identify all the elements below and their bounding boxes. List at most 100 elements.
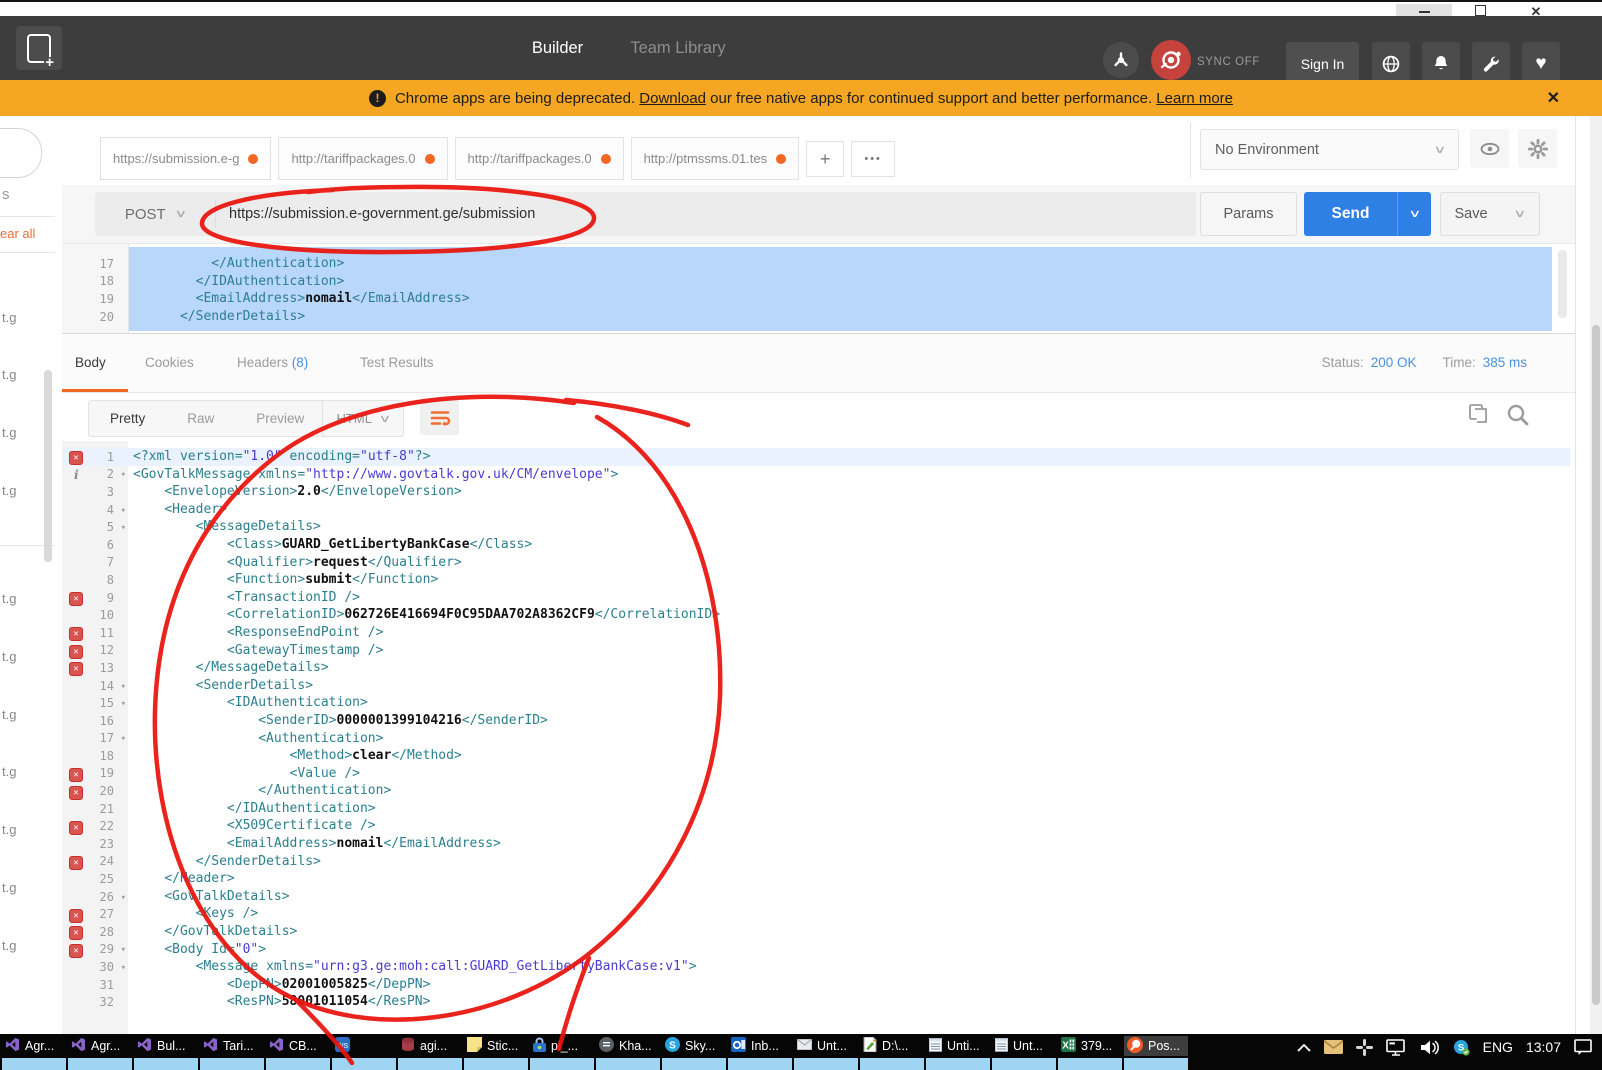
code-line[interactable]: 25 </Header> — [62, 870, 1575, 888]
more-tabs-button[interactable]: ••• — [851, 141, 895, 177]
taskbar-item-d[interactable]: D:\... — [860, 1036, 924, 1056]
action-center-button[interactable] — [1574, 1039, 1592, 1055]
send-button[interactable]: Send — [1304, 192, 1397, 236]
code-line[interactable]: ✕9 <TransactionID /> — [62, 589, 1575, 607]
clear-all-link[interactable]: ear all — [0, 226, 35, 241]
error-icon[interactable]: ✕ — [69, 627, 83, 641]
info-icon[interactable]: i — [74, 468, 79, 482]
sidebar-scrollbar[interactable] — [44, 370, 52, 562]
code-line[interactable]: 17▾ <Authentication> — [62, 730, 1575, 748]
history-item[interactable]: t.g — [2, 367, 16, 382]
copy-response-button[interactable] — [1467, 402, 1489, 429]
error-icon[interactable]: ✕ — [69, 909, 83, 923]
error-icon[interactable]: ✕ — [69, 926, 83, 940]
code-line[interactable]: ✕1<?xml version="1.0" encoding="utf-8"?> — [62, 448, 1575, 466]
tab-response-cookies[interactable]: Cookies — [145, 355, 194, 370]
history-item[interactable]: t.g — [2, 822, 16, 837]
request-tab[interactable]: http://tariffpackages.0 — [278, 137, 447, 180]
language-indicator[interactable]: ENG — [1483, 1039, 1513, 1055]
code-line[interactable]: ✕29▾ <Body Id="0"> — [62, 941, 1575, 959]
code-line[interactable]: 5▾ <MessageDetails> — [62, 518, 1575, 536]
learn-more-link[interactable]: Learn more — [1156, 90, 1233, 107]
fold-icon[interactable]: ▾ — [121, 523, 126, 533]
code-line[interactable]: ✕12 <GatewayTimestamp /> — [62, 642, 1575, 660]
response-body-viewer[interactable]: ✕1<?xml version="1.0" encoding="utf-8"?>… — [62, 441, 1575, 1034]
history-item[interactable]: t.g — [2, 649, 16, 664]
code-line[interactable]: 15▾ <IDAuthentication> — [62, 694, 1575, 712]
save-dropdown-button[interactable]: ∨ — [1501, 192, 1540, 236]
open-new-tab-button[interactable]: + — [806, 141, 844, 177]
tab-response-headers[interactable]: Headers (8) — [237, 355, 308, 370]
taskbar-second-row-button[interactable] — [926, 1058, 990, 1070]
code-line[interactable]: 19 <EmailAddress>nomail</EmailAddress> — [62, 290, 1575, 308]
taskbar-second-row-button[interactable] — [266, 1058, 330, 1070]
error-icon[interactable]: ✕ — [69, 592, 83, 606]
interceptor-button[interactable] — [1103, 42, 1139, 78]
fold-icon[interactable]: ▾ — [121, 734, 126, 744]
code-line[interactable]: 23 <EmailAddress>nomail</EmailAddress> — [62, 835, 1575, 853]
error-icon[interactable]: ✕ — [69, 645, 83, 659]
environment-preview-button[interactable] — [1470, 129, 1509, 168]
error-icon[interactable]: ✕ — [69, 451, 83, 465]
error-icon[interactable]: ✕ — [69, 856, 83, 870]
code-line[interactable]: 3 <EnvelopeVersion>2.0</EnvelopeVersion> — [62, 483, 1575, 501]
wrap-text-button[interactable] — [420, 400, 459, 435]
fold-icon[interactable]: ▾ — [121, 893, 126, 903]
fold-icon[interactable]: ▾ — [121, 506, 126, 516]
taskbar-item-agr[interactable]: Agr... — [2, 1036, 66, 1056]
taskbar-item-unt[interactable]: Unt... — [794, 1036, 858, 1056]
taskbar-item-unti[interactable]: Unti... — [926, 1036, 990, 1056]
method-select[interactable]: POST ∨ — [95, 206, 215, 223]
format-select[interactable]: HTML ∨ — [322, 400, 404, 437]
taskbar-item-379[interactable]: X379... — [1058, 1036, 1122, 1056]
sidebar-search-input[interactable] — [0, 128, 42, 178]
history-item[interactable]: t.g — [2, 938, 16, 953]
request-tab[interactable]: http://tariffpackages.0 — [455, 137, 624, 180]
code-line[interactable]: ✕28 </GovTalkDetails> — [62, 923, 1575, 941]
taskbar-item-ws[interactable]: WS — [332, 1036, 396, 1056]
banner-close-icon[interactable]: ✕ — [1547, 88, 1560, 108]
taskbar-item-pos[interactable]: Pos... — [1124, 1036, 1188, 1056]
taskbar-second-row-button[interactable] — [68, 1058, 132, 1070]
tab-test-results[interactable]: Test Results — [360, 355, 434, 370]
taskbar-item-stic[interactable]: Stic... — [464, 1036, 528, 1056]
code-line[interactable]: 17 </Authentication> — [62, 255, 1575, 273]
code-line[interactable]: ✕24 </SenderDetails> — [62, 853, 1575, 871]
taskbar-second-row-button[interactable] — [398, 1058, 462, 1070]
fold-icon[interactable]: ▾ — [121, 682, 126, 692]
clock[interactable]: 13:07 — [1526, 1039, 1561, 1055]
taskbar-second-row-button[interactable] — [728, 1058, 792, 1070]
tab-team-library[interactable]: Team Library — [622, 16, 734, 80]
raw-tab[interactable]: Raw — [166, 411, 235, 426]
taskbar-item-agr[interactable]: Agr... — [68, 1036, 132, 1056]
history-item[interactable]: t.g — [2, 310, 16, 325]
fold-icon[interactable]: ▾ — [121, 470, 126, 480]
fold-icon[interactable]: ▾ — [121, 945, 126, 955]
taskbar-second-row-button[interactable] — [860, 1058, 924, 1070]
code-line[interactable]: 6 <Class>GUARD_GetLibertyBankCase</Class… — [62, 536, 1575, 554]
history-item[interactable]: t.g — [2, 764, 16, 779]
taskbar-second-row-button[interactable] — [464, 1058, 528, 1070]
code-line[interactable]: 4▾ <Header> — [62, 501, 1575, 519]
code-line[interactable]: 30▾ <Message xmlns="urn:g3.ge:moh:call:G… — [62, 958, 1575, 976]
taskbar-second-row-button[interactable] — [1124, 1058, 1188, 1070]
code-line[interactable]: ✕11 <ResponseEndPoint /> — [62, 624, 1575, 642]
taskbar-second-row-button[interactable] — [332, 1058, 396, 1070]
taskbar-second-row-button[interactable] — [2, 1058, 66, 1070]
request-tab[interactable]: http://ptmssms.01.tes — [631, 137, 800, 180]
tray-slack-button[interactable] — [1356, 1039, 1373, 1056]
taskbar-item-unt[interactable]: Unt... — [992, 1036, 1056, 1056]
preview-tab[interactable]: Preview — [235, 411, 325, 426]
error-icon[interactable]: ✕ — [69, 944, 83, 958]
code-line[interactable]: 18 <Method>clear</Method> — [62, 747, 1575, 765]
code-line[interactable]: ✕19 <Value /> — [62, 765, 1575, 783]
code-line[interactable]: 32 <ResPN>58001011054</ResPN> — [62, 993, 1575, 1011]
tray-mail-button[interactable] — [1324, 1040, 1343, 1054]
sync-button[interactable] — [1151, 40, 1191, 80]
tray-expand-button[interactable] — [1297, 1043, 1311, 1052]
code-line[interactable]: 18 </IDAuthentication> — [62, 273, 1575, 291]
error-icon[interactable]: ✕ — [69, 662, 83, 676]
fold-icon[interactable]: ▾ — [121, 699, 126, 709]
download-link[interactable]: Download — [639, 90, 706, 107]
request-body-editor[interactable]: 17 </Authentication>18 </IDAuthenticatio… — [62, 244, 1575, 334]
